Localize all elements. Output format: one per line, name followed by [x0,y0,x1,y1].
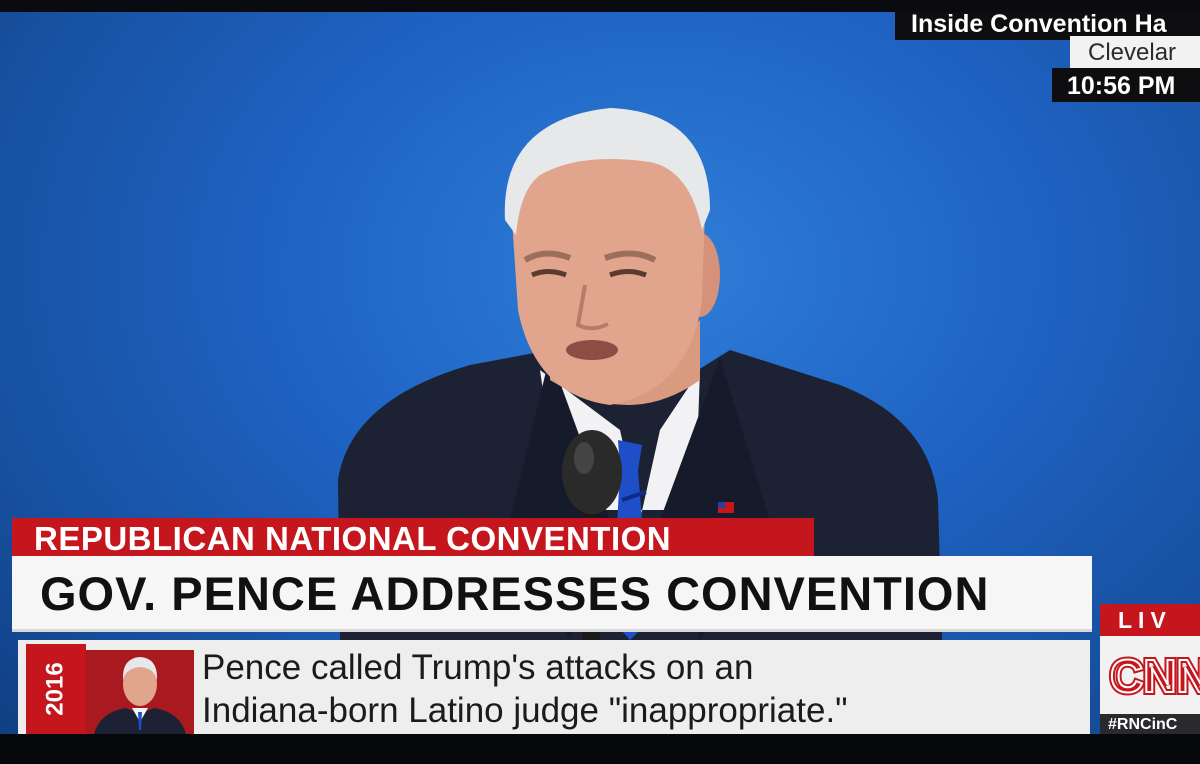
ticker-text: Pence called Trump's attacks on an India… [202,646,1082,732]
tv-bezel-top [0,0,1200,12]
ticker-panel: 2016 Pence called Trump's attacks on an … [18,640,1090,736]
ticker-year-tab: 2016 [26,644,86,734]
kicker-banner: REPUBLICAN NATIONAL CONVENTION [12,518,814,558]
time-bug: 10:56 PM [1052,68,1200,102]
ticker-line-1: Pence called Trump's attacks on an [202,648,754,687]
cnn-logo: CNN CNN [1107,647,1200,705]
svg-text:CNN: CNN [1110,650,1200,702]
tv-screen: Inside Convention Ha Clevelar 10:56 PM R… [0,0,1200,764]
location-bug: Clevelar [1070,36,1200,68]
live-badge: LIV [1100,604,1200,636]
headline-banner: GOV. PENCE ADDRESSES CONVENTION [12,556,1092,632]
hashtag-label: #RNCinC [1100,714,1200,736]
ticker-year-label: 2016 [41,662,69,716]
headshot-image [94,657,186,734]
ticker-line-2: Indiana-born Latino judge "inappropriate… [202,691,848,730]
tv-bezel-bottom [0,734,1200,764]
network-logo-box: CNN CNN [1100,636,1200,716]
ticker-headshot [86,650,194,734]
